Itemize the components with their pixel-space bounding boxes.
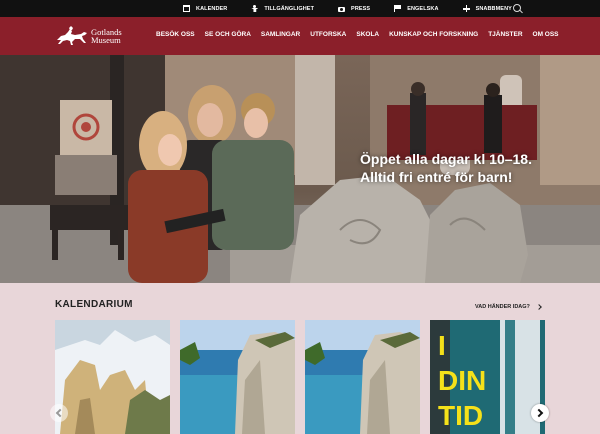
nav-item-collections[interactable]: SAMLINGAR <box>261 31 300 38</box>
utility-link-label: ENGELSKA <box>407 5 439 12</box>
event-card-image <box>305 320 420 434</box>
calendar-icon <box>183 5 190 12</box>
main-navbar: Gotlands Museum BESÖK OSS SE OCH GÖRA SA… <box>0 17 600 55</box>
event-card-text-1: I <box>438 330 446 361</box>
carousel-prev-button[interactable] <box>50 404 68 422</box>
hero-line-1: Öppet alla dagar kl 10–18. <box>360 151 532 167</box>
main-nav-items: BESÖK OSS SE OCH GÖRA SAMLINGAR UTFORSKA… <box>156 31 569 38</box>
carousel-next-button[interactable] <box>531 404 549 422</box>
nav-item-about[interactable]: OM OSS <box>533 31 559 38</box>
todays-events-link[interactable]: VAD HÄNDER IDAG? <box>475 304 542 310</box>
calendar-heading: KALENDARIUM <box>55 299 133 310</box>
horse-rider-logo-icon <box>57 26 87 45</box>
event-card[interactable] <box>55 320 170 434</box>
search-icon[interactable] <box>512 3 524 15</box>
nav-item-school[interactable]: SKOLA <box>356 31 379 38</box>
chevron-right-icon <box>536 304 542 310</box>
chevron-right-icon <box>534 408 544 418</box>
utility-link-label: SNABBMENY <box>475 5 512 12</box>
utility-link-label: TILLGÄNGLIGHET <box>264 5 315 12</box>
nav-item-explore[interactable]: UTFORSKA <box>310 31 346 38</box>
event-card[interactable] <box>305 320 420 434</box>
utility-link-label: PRESS <box>351 5 371 12</box>
utility-link-calendar[interactable]: KALENDER <box>183 5 227 12</box>
accessibility-icon <box>251 5 258 12</box>
flag-icon <box>394 5 402 12</box>
event-card-image <box>180 320 295 434</box>
utility-link-label: KALENDER <box>196 5 228 12</box>
logo-line-2: Museum <box>91 35 121 45</box>
logo-wordmark: Gotlands Museum <box>91 28 122 45</box>
plus-icon <box>462 5 470 12</box>
event-card-text-2: DIN <box>438 365 486 396</box>
nav-item-see-and-do[interactable]: SE OCH GÖRA <box>205 31 251 38</box>
event-card-image <box>55 320 170 434</box>
utility-link-quickmenu[interactable]: SNABBMENY <box>462 5 512 12</box>
site-logo[interactable]: Gotlands Museum <box>55 26 122 46</box>
utility-link-english[interactable]: ENGELSKA <box>394 5 438 12</box>
hero-line-2: Alltid fri entré för barn! <box>360 169 513 185</box>
hero-banner[interactable]: Öppet alla dagar kl 10–18. Alltid fri en… <box>0 55 600 283</box>
event-card-image: I DIN TID <box>430 320 545 434</box>
event-card[interactable] <box>180 320 295 434</box>
nav-item-research[interactable]: KUNSKAP OCH FORSKNING <box>389 31 478 38</box>
nav-item-visit[interactable]: BESÖK OSS <box>156 31 195 38</box>
utility-link-accessibility[interactable]: TILLGÄNGLIGHET <box>251 5 314 12</box>
camera-icon <box>338 7 346 12</box>
nav-item-services[interactable]: TJÄNSTER <box>488 31 522 38</box>
utility-link-press[interactable]: PRESS <box>338 6 370 12</box>
todays-events-label: VAD HÄNDER IDAG? <box>475 304 530 310</box>
event-card-text-3: TID <box>438 400 483 431</box>
utility-bar: KALENDER TILLGÄNGLIGHET PRESS ENGELSKA S… <box>0 0 600 17</box>
event-card[interactable]: I DIN TID <box>430 320 545 434</box>
chevron-left-icon <box>55 408 65 418</box>
hero-headline: Öppet alla dagar kl 10–18. Alltid fri en… <box>360 150 532 186</box>
